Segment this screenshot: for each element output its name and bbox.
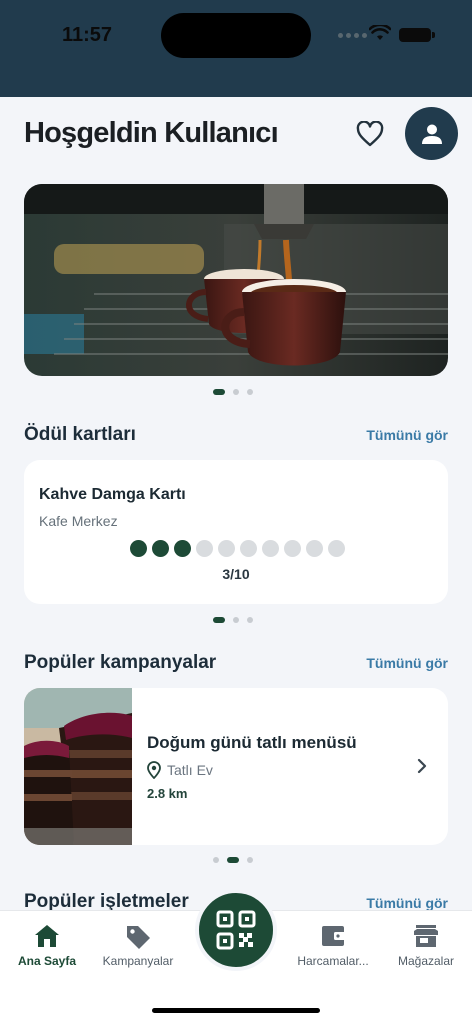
rewards-section-title: Ödül kartları	[24, 424, 136, 445]
nav-label-home: Ana Sayfa	[17, 954, 77, 968]
reward-card-title: Kahve Damga Kartı	[39, 486, 186, 503]
stamp-empty	[306, 540, 323, 557]
nav-item-expenses[interactable]: Harcamalar...	[286, 923, 380, 968]
favorites-button[interactable]	[353, 117, 387, 151]
rewards-see-all-link[interactable]: Tümünü gör	[366, 427, 448, 443]
tag-icon	[127, 926, 150, 949]
reward-card[interactable]: Kahve Damga Kartı Kafe Merkez 3/10	[24, 460, 448, 604]
home-indicator	[152, 1008, 320, 1013]
status-time: 11:57	[62, 24, 113, 46]
chevron-right-icon	[417, 758, 427, 774]
status-bar: 11:57	[0, 0, 472, 97]
stamp-empty	[328, 540, 345, 557]
businesses-see-all-link[interactable]: Tümünü gör	[366, 895, 448, 911]
qr-scan-button[interactable]	[195, 889, 277, 971]
user-icon	[421, 124, 442, 144]
stamp-filled	[152, 540, 169, 557]
campaigns-section-title: Popüler kampanyalar	[24, 652, 217, 673]
espresso-photo	[24, 184, 448, 376]
cellular-signal-icon	[338, 33, 367, 38]
store-icon	[414, 925, 438, 947]
campaign-distance: 2.8 km	[147, 786, 188, 801]
qr-code-icon	[216, 910, 256, 950]
campaign-location-name: Tatlı Ev	[167, 762, 213, 778]
profile-button[interactable]	[405, 107, 458, 160]
stamp-filled	[174, 540, 191, 557]
stamp-empty	[196, 540, 213, 557]
rewards-pagination[interactable]	[213, 617, 253, 623]
nav-label-expenses: Harcamalar...	[297, 954, 369, 968]
stamp-empty	[218, 540, 235, 557]
nav-label-campaigns: Kampanyalar	[102, 954, 174, 968]
campaigns-pagination[interactable]	[213, 857, 253, 863]
home-icon	[35, 925, 59, 947]
nav-item-stores[interactable]: Mağazalar	[379, 923, 472, 968]
stamp-filled	[130, 540, 147, 557]
heart-icon	[356, 121, 384, 147]
stamp-empty	[284, 540, 301, 557]
nav-item-home[interactable]: Ana Sayfa	[0, 923, 94, 968]
stamp-empty	[262, 540, 279, 557]
hero-banner-image[interactable]	[24, 184, 448, 376]
stamp-empty	[240, 540, 257, 557]
nav-label-stores: Mağazalar	[397, 954, 455, 968]
cake-photo	[24, 688, 132, 845]
location-pin-icon	[147, 761, 161, 779]
campaign-card[interactable]: Doğum günü tatlı menüsü Tatlı Ev 2.8 km	[24, 688, 448, 845]
stamp-count: 3/10	[222, 566, 250, 582]
campaign-location: Tatlı Ev	[147, 761, 213, 779]
campaign-title: Doğum günü tatlı menüsü	[147, 733, 357, 752]
campaigns-see-all-link[interactable]: Tümünü gör	[366, 655, 448, 671]
battery-icon	[399, 28, 435, 42]
nav-item-campaigns[interactable]: Kampanyalar	[91, 923, 185, 968]
wallet-icon	[322, 926, 346, 946]
reward-card-business: Kafe Merkez	[39, 513, 118, 529]
wifi-icon	[369, 25, 391, 40]
hero-pagination[interactable]	[213, 389, 253, 395]
dynamic-island	[161, 13, 311, 58]
page-title: Hoşgeldin Kullanıcı	[24, 117, 279, 149]
stamp-progress	[130, 540, 345, 557]
